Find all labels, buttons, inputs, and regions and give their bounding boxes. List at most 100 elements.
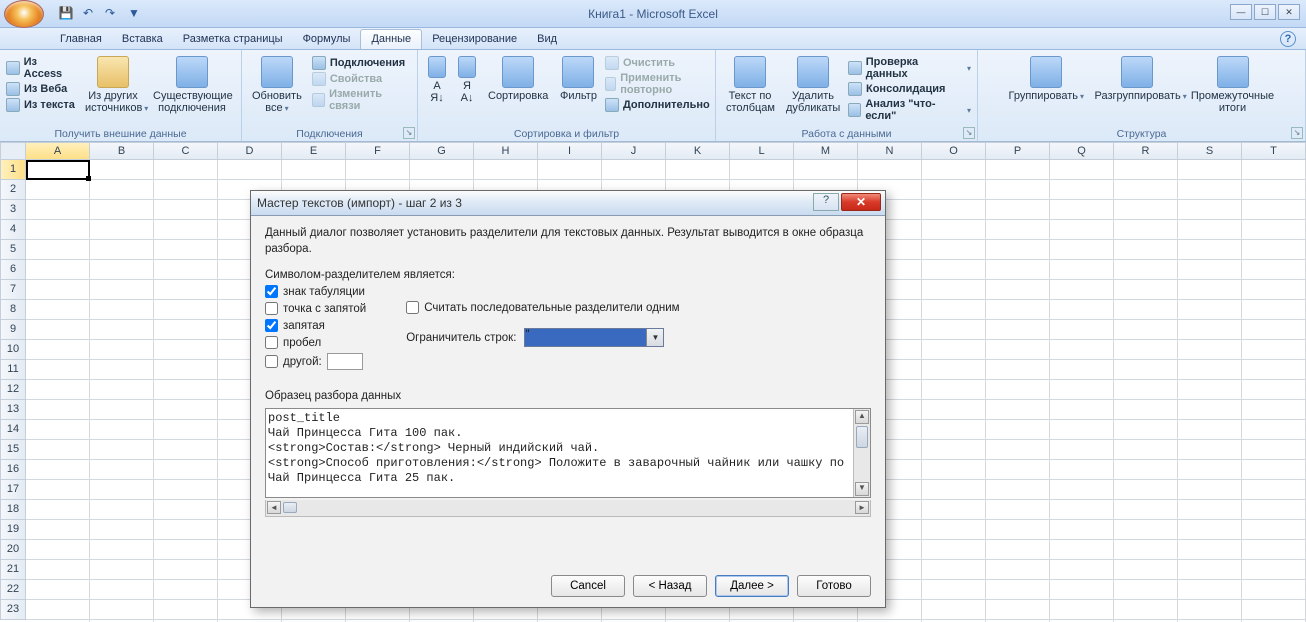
row-header[interactable]: 15 — [0, 440, 26, 460]
chevron-down-icon[interactable]: ▼ — [646, 329, 663, 346]
column-header[interactable]: G — [410, 142, 474, 160]
help-button[interactable]: ? — [1280, 31, 1296, 47]
tab-home[interactable]: Главная — [50, 30, 112, 49]
delimiter-tab-checkbox[interactable]: знак табуляции — [265, 285, 366, 298]
column-header[interactable]: O — [922, 142, 986, 160]
dialog-launcher-icon[interactable]: ↘ — [1291, 127, 1303, 139]
column-header[interactable]: P — [986, 142, 1050, 160]
row-header[interactable]: 12 — [0, 380, 26, 400]
row-header[interactable]: 11 — [0, 360, 26, 380]
remove-duplicates-button[interactable]: Удалить дубликаты — [782, 54, 844, 122]
delimiter-space-checkbox[interactable]: пробел — [265, 336, 366, 349]
column-header[interactable]: N — [858, 142, 922, 160]
column-header[interactable]: K — [666, 142, 730, 160]
row-header[interactable]: 18 — [0, 500, 26, 520]
refresh-all-button[interactable]: Обновить все▾ — [248, 54, 306, 116]
row-header[interactable]: 4 — [0, 220, 26, 240]
select-all-corner[interactable] — [0, 142, 26, 160]
tab-data[interactable]: Данные — [360, 29, 422, 49]
advanced-filter-button[interactable]: Дополнительно — [605, 98, 710, 112]
column-header[interactable]: J — [602, 142, 666, 160]
row-header[interactable]: 5 — [0, 240, 26, 260]
column-header[interactable]: F — [346, 142, 410, 160]
dialog-launcher-icon[interactable]: ↘ — [963, 127, 975, 139]
row-header[interactable]: 16 — [0, 460, 26, 480]
data-validation-button[interactable]: Проверка данных▾ — [848, 56, 971, 80]
next-button[interactable]: Далее > — [715, 575, 789, 597]
office-button[interactable] — [4, 0, 44, 28]
row-header[interactable]: 14 — [0, 420, 26, 440]
row-header[interactable]: 7 — [0, 280, 26, 300]
cancel-button[interactable]: Cancel — [551, 575, 625, 597]
redo-icon[interactable]: ↷ — [102, 6, 118, 22]
column-header[interactable]: R — [1114, 142, 1178, 160]
row-header[interactable]: 6 — [0, 260, 26, 280]
column-header[interactable]: D — [218, 142, 282, 160]
from-web-button[interactable]: Из Веба — [6, 82, 77, 96]
sort-desc-button[interactable]: ЯА↓ — [454, 54, 480, 112]
delimiter-semicolon-checkbox[interactable]: точка с запятой — [265, 302, 366, 315]
column-header[interactable]: B — [90, 142, 154, 160]
consecutive-delimiters-checkbox[interactable]: Считать последовательные разделители одн… — [406, 301, 679, 314]
sort-button[interactable]: Сортировка — [484, 54, 552, 112]
row-header[interactable]: 1 — [0, 160, 26, 180]
close-button[interactable]: ✕ — [1278, 4, 1300, 20]
column-header[interactable]: M — [794, 142, 858, 160]
column-header[interactable]: H — [474, 142, 538, 160]
minimize-button[interactable]: — — [1230, 4, 1252, 20]
row-header[interactable]: 22 — [0, 580, 26, 600]
row-header[interactable]: 3 — [0, 200, 26, 220]
column-header[interactable]: C — [154, 142, 218, 160]
restore-button[interactable]: ☐ — [1254, 4, 1276, 20]
ungroup-button[interactable]: Разгруппировать▾ — [1091, 54, 1183, 116]
consolidate-button[interactable]: Консолидация — [848, 82, 971, 96]
dialog-titlebar[interactable]: Мастер текстов (импорт) - шаг 2 из 3 ? ✕ — [251, 191, 885, 216]
row-header[interactable]: 9 — [0, 320, 26, 340]
from-other-button[interactable]: Из других источников▾ — [81, 54, 145, 116]
row-headers[interactable]: 1234567891011121314151617181920212223 — [0, 160, 26, 620]
column-header[interactable]: Q — [1050, 142, 1114, 160]
sort-asc-button[interactable]: АЯ↓ — [424, 54, 450, 112]
back-button[interactable]: < Назад — [633, 575, 707, 597]
connections-button[interactable]: Подключения — [312, 56, 411, 70]
row-header[interactable]: 8 — [0, 300, 26, 320]
dialog-close-button[interactable]: ✕ — [841, 193, 881, 211]
undo-icon[interactable]: ↶ — [80, 6, 96, 22]
tab-insert[interactable]: Вставка — [112, 30, 173, 49]
finish-button[interactable]: Готово — [797, 575, 871, 597]
row-header[interactable]: 19 — [0, 520, 26, 540]
delimiter-other-input[interactable] — [327, 353, 363, 370]
dialog-launcher-icon[interactable]: ↘ — [403, 127, 415, 139]
row-header[interactable]: 2 — [0, 180, 26, 200]
tab-layout[interactable]: Разметка страницы — [173, 30, 293, 49]
preview-horizontal-scrollbar[interactable]: ◄ ► — [265, 500, 871, 517]
row-header[interactable]: 20 — [0, 540, 26, 560]
tab-view[interactable]: Вид — [527, 30, 567, 49]
column-header[interactable]: L — [730, 142, 794, 160]
from-text-button[interactable]: Из текста — [6, 98, 77, 112]
text-qualifier-combo[interactable]: "▼ — [524, 328, 664, 347]
row-header[interactable]: 10 — [0, 340, 26, 360]
column-header[interactable]: S — [1178, 142, 1242, 160]
existing-connections-button[interactable]: Существующие подключения — [149, 54, 235, 116]
from-access-button[interactable]: Из Access — [6, 56, 77, 80]
delimiter-comma-checkbox[interactable]: запятая — [265, 319, 366, 332]
row-header[interactable]: 17 — [0, 480, 26, 500]
preview-vertical-scrollbar[interactable]: ▲ ▼ — [853, 409, 870, 497]
row-header[interactable]: 21 — [0, 560, 26, 580]
group-button[interactable]: Группировать▾ — [1005, 54, 1087, 116]
dialog-help-button[interactable]: ? — [813, 193, 839, 211]
row-header[interactable]: 23 — [0, 600, 26, 620]
column-header[interactable]: I — [538, 142, 602, 160]
column-header[interactable]: T — [1242, 142, 1306, 160]
column-header[interactable]: E — [282, 142, 346, 160]
column-headers[interactable]: ABCDEFGHIJKLMNOPQRST — [26, 142, 1306, 160]
row-header[interactable]: 13 — [0, 400, 26, 420]
what-if-button[interactable]: Анализ "что-если"▾ — [848, 98, 971, 122]
qat-dropdown-icon[interactable]: ▼ — [126, 6, 142, 22]
subtotal-button[interactable]: Промежуточные итоги — [1187, 54, 1279, 116]
text-to-columns-button[interactable]: Текст по столбцам — [722, 54, 778, 122]
column-header[interactable]: A — [26, 142, 90, 160]
save-icon[interactable]: 💾 — [58, 6, 74, 22]
tab-formulas[interactable]: Формулы — [293, 30, 361, 49]
